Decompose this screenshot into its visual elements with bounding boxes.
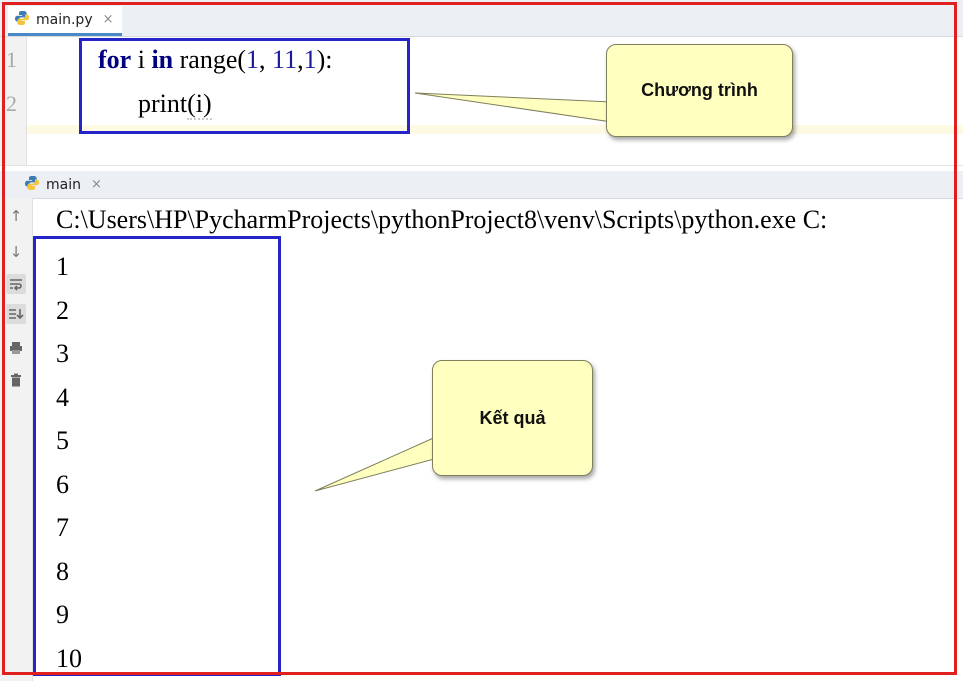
callout-result: Kết quả xyxy=(432,360,593,476)
callout-pointer-program xyxy=(414,92,613,123)
callout-pointer-result xyxy=(314,435,439,492)
callout-pointers xyxy=(314,92,613,492)
callout-program: Chương trình xyxy=(606,44,793,137)
